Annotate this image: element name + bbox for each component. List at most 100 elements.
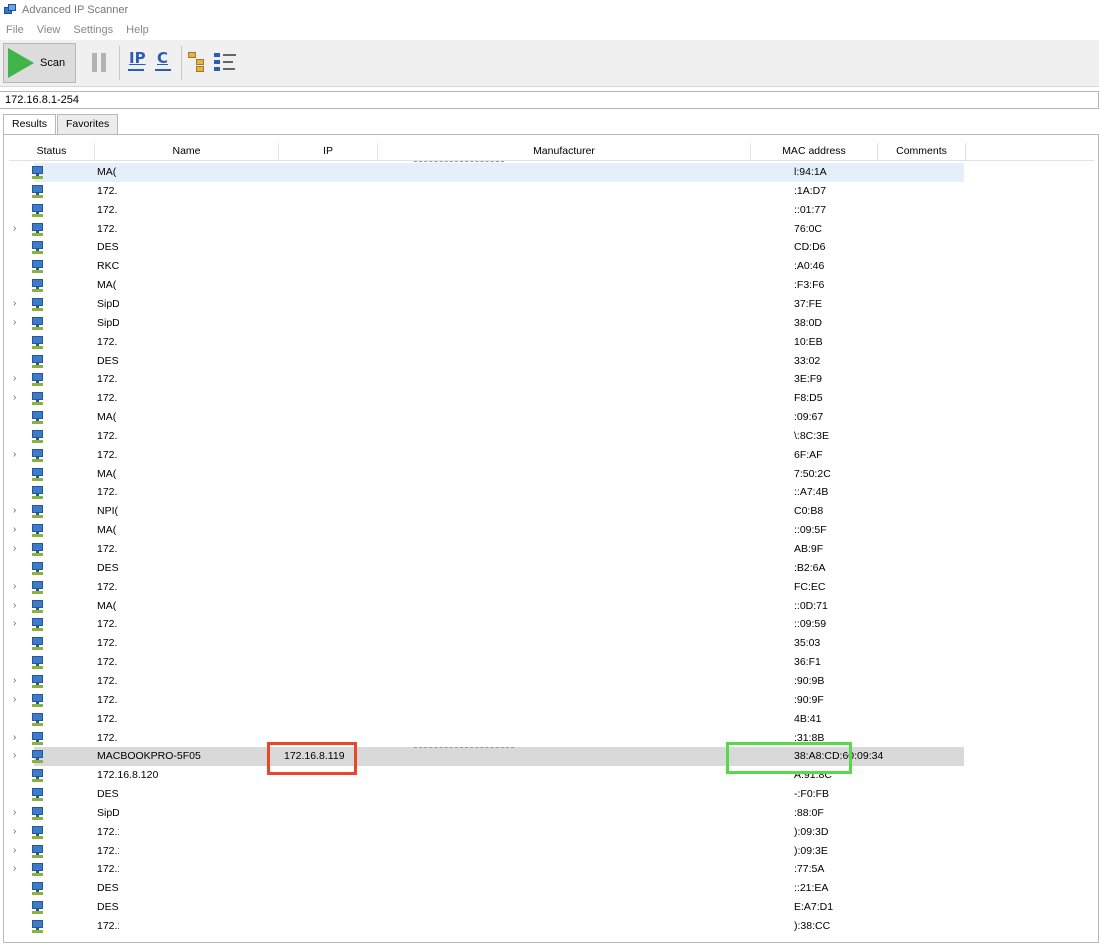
expand-chevron-icon[interactable]: ›	[13, 694, 16, 705]
expand-chevron-icon[interactable]: ›	[13, 845, 16, 856]
expand-chevron-icon[interactable]: ›	[13, 732, 16, 743]
table-row[interactable]: › MA(::0D:71	[4, 597, 964, 616]
ip-range-input[interactable]: 172.16.8.1-254	[0, 91, 1099, 109]
column-comments[interactable]: Comments	[878, 143, 966, 161]
ip-button[interactable]: IP	[129, 49, 146, 67]
computer-status-icon	[31, 429, 44, 443]
table-row[interactable]: › 172. FC:EC	[4, 578, 964, 597]
table-row[interactable]: › 172.::09:59	[4, 615, 964, 634]
table-row[interactable]: › SipDev:88:0F	[4, 804, 964, 823]
table-row[interactable]: DESKT(E:A7:D1	[4, 898, 964, 917]
expand-all-icon[interactable]	[188, 52, 208, 72]
computer-status-icon	[31, 599, 44, 613]
table-row[interactable]: › 172.16:77:5A	[4, 860, 964, 879]
row-name: MA(	[97, 524, 117, 537]
table-row[interactable]: › 172.16):09:3D	[4, 823, 964, 842]
table-row[interactable]: MA(l:94:1A	[32, 163, 964, 182]
table-row[interactable]: 172. 35:03	[4, 634, 964, 653]
column-ip[interactable]: IP	[279, 143, 378, 161]
expand-chevron-icon[interactable]: ›	[13, 675, 16, 686]
tab-favorites[interactable]: Favorites	[57, 114, 119, 134]
expand-chevron-icon[interactable]: ›	[13, 581, 16, 592]
toolbar-separator	[181, 46, 182, 80]
pause-icon[interactable]	[92, 53, 107, 72]
row-name: 172.	[97, 693, 118, 706]
menu-file[interactable]: File	[6, 24, 24, 36]
table-row[interactable]: 172. 10:EB	[4, 333, 964, 352]
table-row[interactable]: 172. 36:F1	[4, 653, 964, 672]
table-row[interactable]: › NPI(C0:B8	[4, 502, 964, 521]
row-name: SipDev	[97, 806, 119, 819]
expand-chevron-icon[interactable]: ›	[13, 317, 16, 328]
row-name: MA(	[97, 279, 117, 292]
table-row[interactable]: MA(:F3:F6	[4, 276, 964, 295]
expand-chevron-icon[interactable]: ›	[13, 826, 16, 837]
row-mac-address: :1A:D7	[794, 184, 827, 197]
table-row[interactable]: › SipD 38:0D	[4, 314, 964, 333]
expand-chevron-icon[interactable]: ›	[13, 807, 16, 818]
computer-status-icon	[31, 674, 44, 688]
row-mac-address: :09:67	[794, 411, 824, 424]
ip-highlight-box	[267, 742, 357, 775]
expand-chevron-icon[interactable]: ›	[13, 543, 16, 554]
menu-settings[interactable]: Settings	[73, 24, 113, 36]
expand-chevron-icon[interactable]: ›	[13, 449, 16, 460]
column-status[interactable]: Status	[9, 143, 95, 161]
expand-chevron-icon[interactable]: ›	[13, 392, 16, 403]
table-row[interactable]: DESI 33:02	[4, 352, 964, 371]
column-manufacturer[interactable]: Manufacturer	[378, 143, 751, 161]
column-name[interactable]: Name	[95, 143, 279, 161]
expand-chevron-icon[interactable]: ›	[13, 223, 16, 234]
row-mac-address: :B2:6A	[794, 561, 826, 574]
computer-status-icon	[31, 505, 44, 519]
table-row[interactable]: MA(7:50:2C	[4, 465, 964, 484]
table-row[interactable]: 172.::01:77	[4, 201, 964, 220]
table-row[interactable]: › 172. AB:9F	[4, 540, 964, 559]
row-name: 172.	[97, 674, 118, 687]
table-row[interactable]: RKC:A0:46	[4, 257, 964, 276]
table-row[interactable]: › 172.:90:9B	[4, 672, 964, 691]
menu-help[interactable]: Help	[126, 24, 149, 36]
tab-results[interactable]: Results	[3, 114, 57, 135]
results-panel[interactable]: Status Name IP Manufacturer MAC address …	[3, 134, 1099, 943]
scan-button[interactable]: Scan	[3, 43, 76, 83]
table-row[interactable]: MA( :09:67	[4, 408, 964, 427]
expand-chevron-icon[interactable]: ›	[13, 600, 16, 611]
table-row[interactable]: › MA(::09:5F	[4, 521, 964, 540]
row-name: 172.	[97, 580, 118, 593]
menu-view[interactable]: View	[37, 24, 61, 36]
row-mac-address: 6F:AF	[794, 448, 823, 461]
expand-chevron-icon[interactable]: ›	[13, 373, 16, 384]
expand-chevron-icon[interactable]: ›	[13, 524, 16, 535]
row-mac-address: ):09:3E	[794, 844, 828, 857]
table-row[interactable]: › 172.16):09:3E	[4, 842, 964, 861]
table-row[interactable]: › 172. 3E:F9	[4, 370, 964, 389]
table-row[interactable]: › 172. 6F:AF	[4, 446, 964, 465]
collapse-all-icon[interactable]	[214, 52, 236, 72]
table-row[interactable]: DESKT(-:F0:FB	[4, 785, 964, 804]
table-row[interactable]: 172.16):38:CC	[4, 917, 964, 936]
computer-status-icon	[31, 712, 44, 726]
row-name: 172.	[97, 392, 118, 405]
table-row[interactable]: DESI CD:D6	[4, 238, 964, 257]
table-row[interactable]: 172.::A7:4B	[4, 483, 964, 502]
table-row[interactable]: DESKT(::21:EA	[4, 879, 964, 898]
expand-chevron-icon[interactable]: ›	[13, 618, 16, 629]
table-row[interactable]: 172. \:8C:3E	[4, 427, 964, 446]
row-mac-address: FC:EC	[794, 580, 826, 593]
column-mac-address[interactable]: MAC address	[751, 143, 878, 161]
c-button[interactable]: C	[157, 49, 168, 67]
table-row[interactable]: › 172. F8:D5	[4, 389, 964, 408]
table-row[interactable]: 172. 4B:41	[4, 710, 964, 729]
row-name: MA(	[97, 411, 117, 424]
expand-chevron-icon[interactable]: ›	[13, 863, 16, 874]
table-row[interactable]: › 172. 76:0C	[4, 220, 964, 239]
table-row[interactable]: DESI:B2:6A	[4, 559, 964, 578]
table-row[interactable]: 172.:1A:D7	[4, 182, 964, 201]
row-name: DESI	[97, 354, 119, 367]
table-row[interactable]: › SipD 37:FE	[4, 295, 964, 314]
expand-chevron-icon[interactable]: ›	[13, 298, 16, 309]
expand-chevron-icon[interactable]: ›	[13, 505, 16, 516]
expand-chevron-icon[interactable]: ›	[13, 750, 16, 761]
table-row[interactable]: › 172.:90:9F	[4, 691, 964, 710]
